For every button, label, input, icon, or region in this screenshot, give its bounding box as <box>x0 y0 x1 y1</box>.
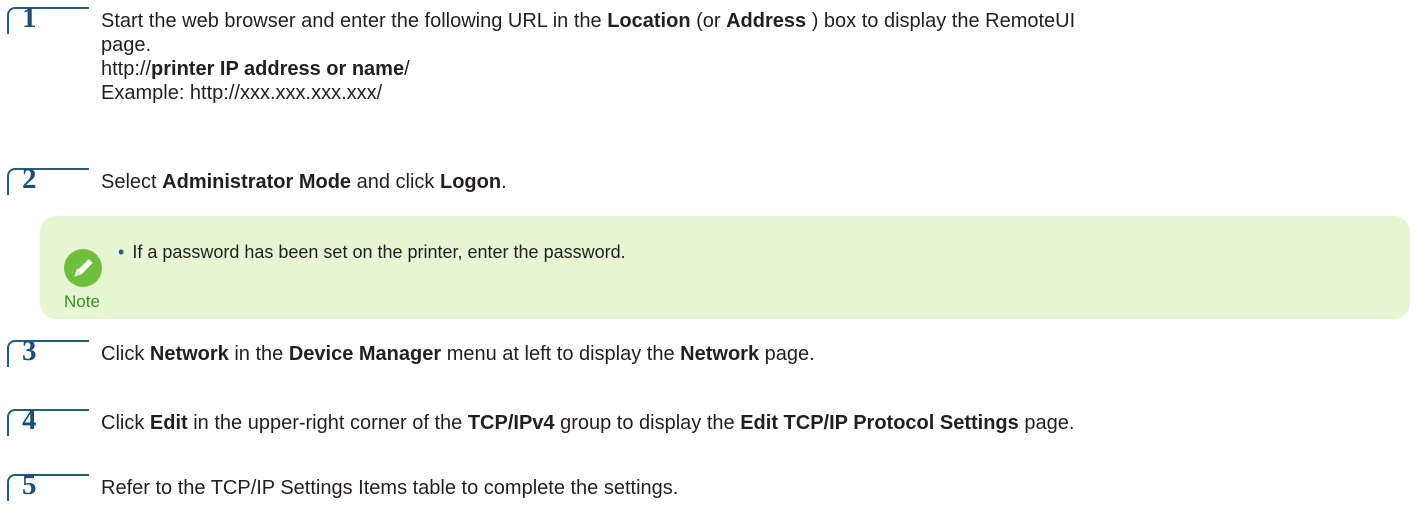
note-label: Note <box>64 292 100 311</box>
bullet-icon: • <box>118 242 125 262</box>
step-number-box: 4 <box>7 404 89 436</box>
note-box: Note • If a password has been set on the … <box>40 216 1410 319</box>
step-number-box: 1 <box>7 2 89 34</box>
note-text: • If a password has been set on the print… <box>118 242 626 263</box>
step-text: Start the web browser and enter the foll… <box>101 9 1412 105</box>
text-line: Select Administrator Mode and click Logo… <box>101 171 507 193</box>
text-line: Click Edit in the upper-right corner of … <box>101 412 1075 434</box>
text-line: page. <box>101 34 152 56</box>
step-number-box: 3 <box>7 335 89 367</box>
step-number: 5 <box>22 469 37 501</box>
step-number-box: 5 <box>7 469 89 501</box>
text-line: Click Network in the Device Manager menu… <box>101 343 815 365</box>
text-line: Refer to the TCP/IP Settings Items table… <box>101 477 679 499</box>
step-text: Refer to the TCP/IP Settings Items table… <box>101 476 1412 500</box>
step-number: 1 <box>22 2 37 34</box>
step-number: 2 <box>22 163 37 195</box>
step-text: Click Network in the Device Manager menu… <box>101 342 1412 366</box>
step-number: 4 <box>22 404 37 436</box>
text-line: Start the web browser and enter the foll… <box>101 10 1076 32</box>
text-line: http://printer IP address or name/ <box>101 58 410 80</box>
note-item: If a password has been set on the printe… <box>132 242 626 262</box>
step-number-box: 2 <box>7 163 89 195</box>
note-pencil-icon <box>64 249 102 287</box>
text-line: Example: http://xxx.xxx.xxx.xxx/ <box>101 82 383 104</box>
step-text: Select Administrator Mode and click Logo… <box>101 170 1412 194</box>
step-number: 3 <box>22 335 37 367</box>
step-text: Click Edit in the upper-right corner of … <box>101 411 1412 435</box>
